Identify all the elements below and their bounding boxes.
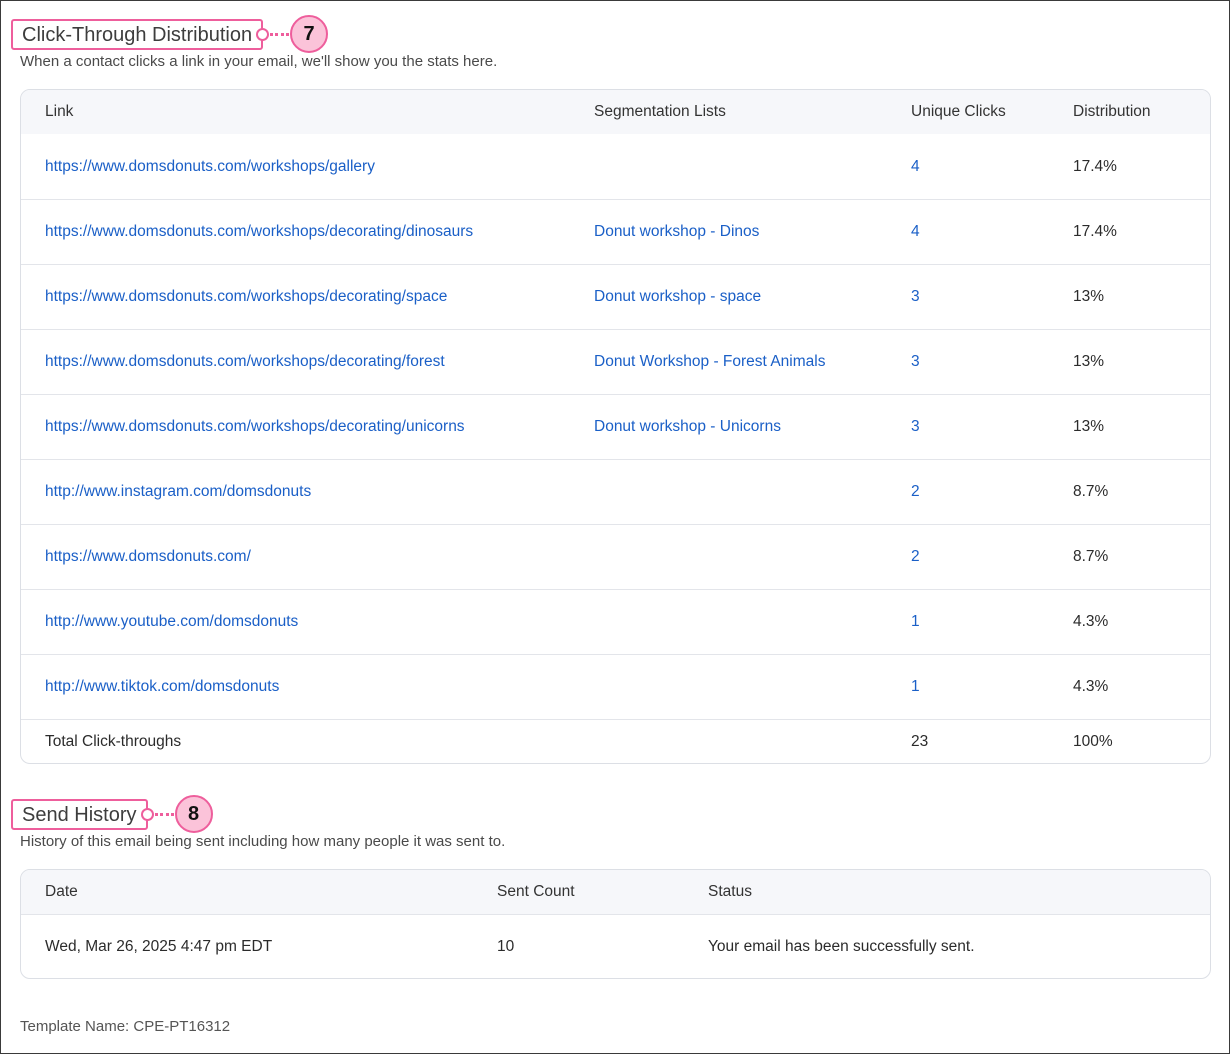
segmentation-list-link[interactable]: Donut Workshop - Forest Animals <box>594 330 825 394</box>
send-date: Wed, Mar 26, 2025 4:47 pm EDT <box>45 937 273 955</box>
table-row: http://www.instagram.com/domsdonuts 2 8.7% <box>21 459 1210 524</box>
distribution-value: 4.3% <box>1073 678 1109 695</box>
link-cell[interactable]: http://www.tiktok.com/domsdonuts <box>45 655 279 719</box>
distribution-value: 13% <box>1073 418 1105 435</box>
table-row: http://www.youtube.com/domsdonuts 1 4.3% <box>21 589 1210 654</box>
table-header: Link Segmentation Lists Unique Clicks Di… <box>21 90 1210 134</box>
link-cell[interactable]: https://www.domsdonuts.com/workshops/gal… <box>45 134 375 199</box>
column-header-distribution: Distribution <box>1073 103 1151 120</box>
segmentation-list-link[interactable]: Donut workshop - space <box>594 265 761 329</box>
column-header-link: Link <box>45 103 74 120</box>
click-through-title: Click-Through Distribution <box>11 18 264 50</box>
distribution-value: 13% <box>1073 353 1105 370</box>
link-cell[interactable]: https://www.domsdonuts.com/ <box>45 525 251 589</box>
table-row: https://www.domsdonuts.com/workshops/dec… <box>21 199 1210 264</box>
unique-clicks-link[interactable]: 3 <box>911 265 920 329</box>
unique-clicks-link[interactable]: 1 <box>911 655 920 719</box>
total-clicks: 23 <box>911 732 929 750</box>
column-header-date: Date <box>45 883 78 900</box>
callout-badge-7: 7 <box>290 15 329 53</box>
send-history-description: History of this email being sent includi… <box>20 833 506 850</box>
click-through-table: Link Segmentation Lists Unique Clicks Di… <box>20 89 1211 764</box>
table-row: https://www.domsdonuts.com/workshops/gal… <box>21 134 1210 199</box>
template-name: Template Name: CPE-PT16312 <box>20 1018 231 1035</box>
total-row: Total Click-throughs 23 100% <box>21 719 1210 763</box>
callout-dot-icon <box>140 807 154 821</box>
column-header-unique-clicks: Unique Clicks <box>911 103 1006 120</box>
segmentation-list-link[interactable]: Donut workshop - Dinos <box>594 200 759 264</box>
link-cell[interactable]: https://www.domsdonuts.com/workshops/dec… <box>45 395 465 459</box>
distribution-value: 17.4% <box>1073 223 1117 240</box>
callout-badge-8: 8 <box>174 795 213 833</box>
table-header: Date Sent Count Status <box>21 870 1210 914</box>
column-header-sent-count: Sent Count <box>497 883 575 900</box>
callout-dot-icon <box>256 27 270 41</box>
unique-clicks-link[interactable]: 3 <box>911 395 920 459</box>
table-row: https://www.domsdonuts.com/workshops/dec… <box>21 394 1210 459</box>
distribution-value: 8.7% <box>1073 483 1109 500</box>
table-row: https://www.domsdonuts.com/2 8.7% <box>21 524 1210 589</box>
distribution-value: 4.3% <box>1073 613 1109 630</box>
column-header-segmentation: Segmentation Lists <box>594 103 726 120</box>
segmentation-list-link[interactable]: Donut workshop - Unicorns <box>594 395 781 459</box>
table-row: https://www.domsdonuts.com/workshops/dec… <box>21 329 1210 394</box>
sent-count: 10 <box>497 937 515 955</box>
send-status: Your email has been successfully sent. <box>708 937 975 955</box>
distribution-value: 17.4% <box>1073 157 1117 175</box>
distribution-value: 13% <box>1073 288 1105 305</box>
send-history-title: Send History <box>11 798 148 830</box>
unique-clicks-link[interactable]: 4 <box>911 200 920 264</box>
unique-clicks-link[interactable]: 1 <box>911 590 920 654</box>
click-through-heading: Click-Through Distribution 7 <box>11 15 329 53</box>
table-row: https://www.domsdonuts.com/workshops/dec… <box>21 264 1210 329</box>
callout-line <box>270 32 290 36</box>
total-distribution: 100% <box>1073 732 1113 750</box>
link-cell[interactable]: https://www.domsdonuts.com/workshops/dec… <box>45 330 445 394</box>
link-cell[interactable]: http://www.instagram.com/domsdonuts <box>45 460 311 524</box>
unique-clicks-link[interactable]: 4 <box>911 134 920 199</box>
unique-clicks-link[interactable]: 2 <box>911 460 920 524</box>
send-history-table: Date Sent Count Status Wed, Mar 26, 2025… <box>20 869 1211 979</box>
table-row: Wed, Mar 26, 2025 4:47 pm EDT 10 Your em… <box>21 914 1210 978</box>
link-cell[interactable]: http://www.youtube.com/domsdonuts <box>45 590 298 654</box>
total-label: Total Click-throughs <box>45 732 182 750</box>
table-row: http://www.tiktok.com/domsdonuts 1 4.3% <box>21 654 1210 719</box>
unique-clicks-link[interactable]: 2 <box>911 525 920 589</box>
callout-line <box>154 812 174 816</box>
click-through-description: When a contact clicks a link in your ema… <box>20 53 498 70</box>
unique-clicks-link[interactable]: 3 <box>911 330 920 394</box>
distribution-value: 8.7% <box>1073 548 1109 565</box>
link-cell[interactable]: https://www.domsdonuts.com/workshops/dec… <box>45 200 473 264</box>
send-history-heading: Send History 8 <box>11 795 213 833</box>
column-header-status: Status <box>708 883 752 900</box>
link-cell[interactable]: https://www.domsdonuts.com/workshops/dec… <box>45 265 447 329</box>
